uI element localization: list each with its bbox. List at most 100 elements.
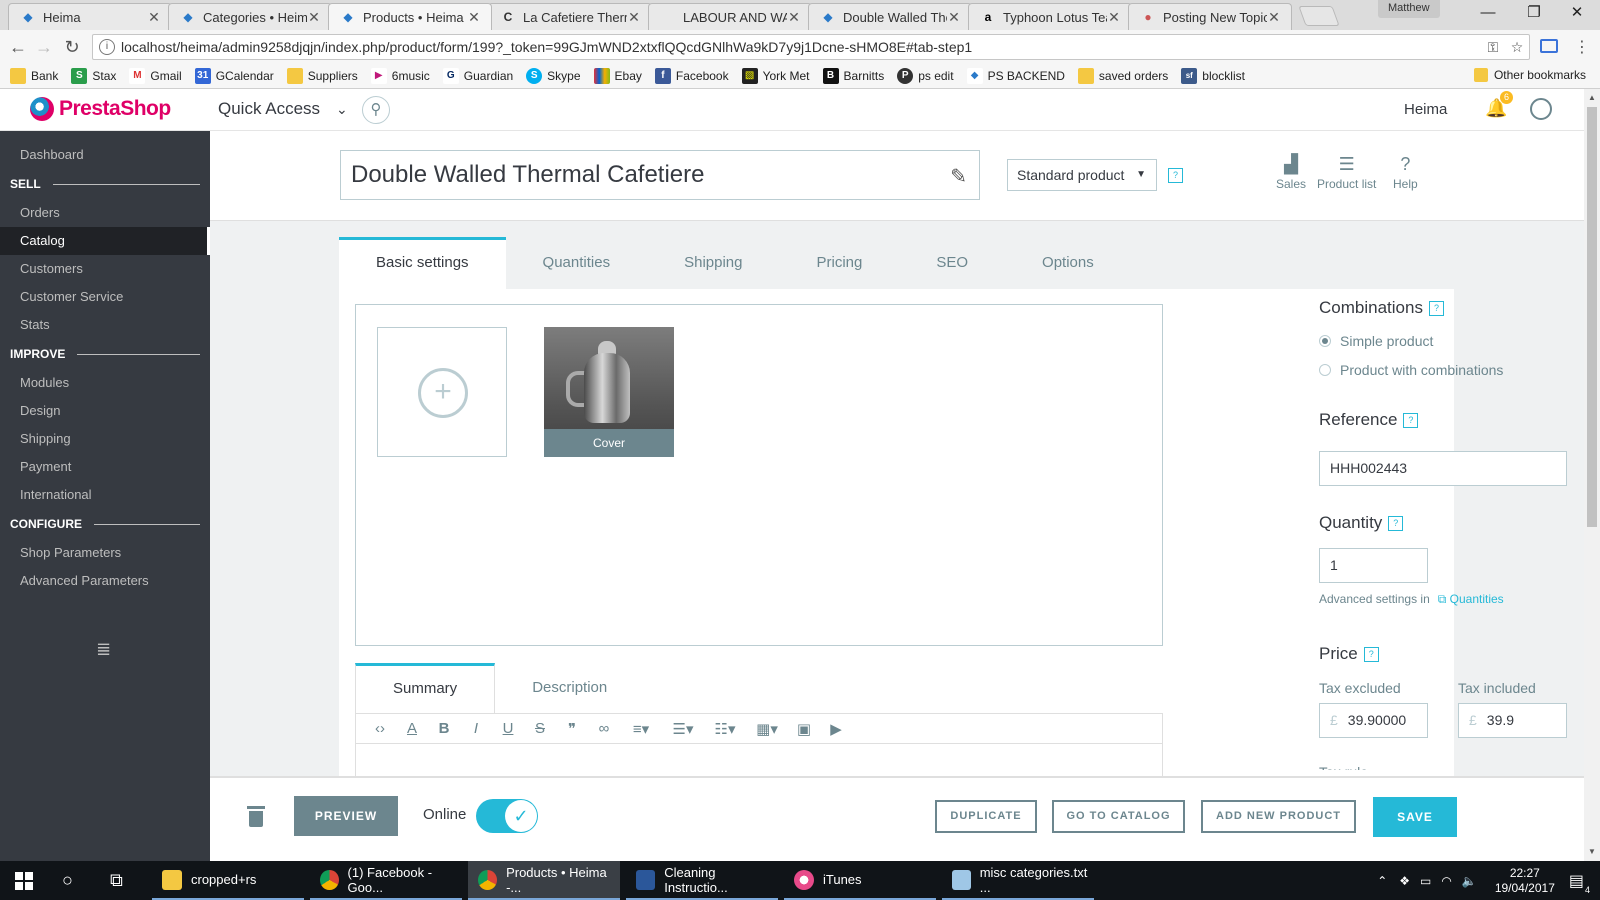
tab-pricing[interactable]: Pricing (779, 237, 899, 289)
tab-seo[interactable]: SEO (899, 237, 1005, 289)
taskbar-item-itunes[interactable]: iTunes (784, 861, 936, 900)
tab-basic-settings[interactable]: Basic settings (339, 237, 506, 289)
sidebar-item-modules[interactable]: Modules (0, 369, 210, 397)
sidebar-item-dashboard[interactable]: Dashboard (0, 141, 210, 169)
bookmark-item[interactable]: sf blocklist (1181, 68, 1245, 84)
dropbox-icon[interactable]: ❖ (1399, 874, 1410, 888)
browser-tab[interactable]: C La Cafetiere Thermo✕ (488, 3, 652, 30)
trash-icon[interactable] (247, 806, 265, 828)
scroll-up-icon[interactable]: ▲ (1588, 93, 1596, 102)
forward-icon[interactable]: → (32, 35, 56, 59)
quantity-input[interactable]: 1 (1319, 548, 1428, 583)
sidebar-item-payment[interactable]: Payment (0, 453, 210, 481)
clock[interactable]: 22:27 19/04/2017 (1495, 866, 1555, 896)
sidebar-item-orders[interactable]: Orders (0, 199, 210, 227)
link-icon[interactable]: ∞ (588, 720, 620, 737)
scroll-down-icon[interactable]: ▼ (1588, 847, 1596, 856)
minimize-icon[interactable]: — (1465, 0, 1511, 26)
text-color-icon[interactable]: A (396, 720, 428, 737)
add-image-button[interactable]: + (377, 327, 507, 457)
browser-profile-label[interactable]: Matthew (1378, 0, 1440, 18)
address-bar-url[interactable]: localhost/heima/admin9258djqjn/index.php… (121, 39, 1481, 55)
table-icon[interactable]: ▦▾ (746, 720, 788, 738)
radio-product-with-combinations[interactable]: Product with combinations (1319, 362, 1503, 378)
image-icon[interactable]: ▣ (788, 720, 820, 738)
go-to-catalog-button[interactable]: GO TO CATALOG (1052, 800, 1185, 833)
wifi-icon[interactable]: ◠ (1441, 874, 1451, 888)
sidebar-item-catalog[interactable]: Catalog (0, 227, 210, 255)
bullet-list-icon[interactable]: ☰▾ (662, 720, 704, 738)
tab-description[interactable]: Description (495, 663, 644, 713)
product-list-button[interactable]: ☰ Product list (1317, 151, 1376, 191)
blockquote-icon[interactable]: ❞ (556, 720, 588, 738)
bookmark-item[interactable]: G Guardian (442, 68, 513, 84)
quick-access-dropdown[interactable]: Quick Access ⌄ (218, 99, 348, 119)
other-bookmarks[interactable]: Other bookmarks (1473, 68, 1586, 82)
bookmark-item[interactable]: S Skype (526, 68, 581, 84)
sidebar-item-advanced-parameters[interactable]: Advanced Parameters (0, 567, 210, 595)
browser-tab-active[interactable]: ◆ Products • Heima ✕ (328, 3, 492, 30)
address-bar[interactable]: i localhost/heima/admin9258djqjn/index.p… (92, 34, 1530, 60)
browser-tab[interactable]: LABOUR AND WAIT✕ (648, 3, 812, 30)
browser-tab[interactable]: ◆ Categories • Heima ✕ (168, 3, 332, 30)
taskbar-item-chrome-facebook[interactable]: (1) Facebook - Goo... (310, 861, 462, 900)
bookmark-item[interactable]: ◆ PS BACKEND (966, 68, 1065, 84)
action-center-icon[interactable]: ▤ 4 (1569, 871, 1590, 895)
bookmark-item[interactable]: Suppliers (286, 68, 358, 84)
sidebar-item-shop-parameters[interactable]: Shop Parameters (0, 539, 210, 567)
media-icon[interactable]: ▶ (820, 720, 852, 738)
bookmark-item[interactable]: B Barnitts (822, 68, 884, 84)
sidebar-item-design[interactable]: Design (0, 397, 210, 425)
numbered-list-icon[interactable]: ☷▾ (704, 720, 746, 738)
page-scrollbar[interactable]: ▲ ▼ (1584, 89, 1600, 861)
sidebar-item-international[interactable]: International (0, 481, 210, 509)
bold-icon[interactable]: B (428, 720, 460, 737)
browser-tab[interactable]: ● Posting New Topic ✕ (1128, 3, 1292, 30)
menu-kebab-icon[interactable]: ⋮ (1574, 37, 1590, 57)
tray-chevron-up-icon[interactable]: ⌃ (1377, 874, 1387, 888)
browser-tab[interactable]: ◆ Double Walled Ther ✕ (808, 3, 972, 30)
new-tab-button[interactable] (1298, 6, 1340, 26)
sidebar-item-shipping[interactable]: Shipping (0, 425, 210, 453)
help-icon[interactable]: ? (1428, 300, 1444, 316)
cortana-search-icon[interactable]: ○ (62, 870, 73, 891)
product-image-thumbnail[interactable]: Cover (544, 327, 674, 457)
taskbar-item-word[interactable]: Cleaning Instructio... (626, 861, 778, 900)
task-view-icon[interactable]: ⧉ (110, 870, 123, 891)
close-tab-icon[interactable]: ✕ (787, 9, 801, 26)
reference-input[interactable]: HHH002443 (1319, 451, 1567, 486)
close-tab-icon[interactable]: ✕ (1267, 9, 1281, 26)
sidebar-item-customers[interactable]: Customers (0, 255, 210, 283)
info-icon[interactable]: i (99, 39, 115, 55)
italic-icon[interactable]: I (460, 720, 492, 737)
close-tab-icon[interactable]: ✕ (1107, 9, 1121, 26)
underline-icon[interactable]: U (492, 720, 524, 737)
search-icon[interactable]: ⚲ (362, 96, 390, 124)
help-icon[interactable]: ? (1363, 646, 1379, 662)
close-tab-icon[interactable]: ✕ (307, 9, 321, 26)
price-tax-included-input[interactable]: £39.9 (1458, 703, 1567, 738)
shop-name-link[interactable]: Heima (1404, 101, 1447, 118)
help-icon[interactable]: ? (1403, 412, 1419, 428)
sales-button[interactable]: ▟ Sales (1276, 151, 1306, 191)
quantities-link[interactable]: ⧉ Quantities (1438, 592, 1504, 606)
sidebar-item-stats[interactable]: Stats (0, 311, 210, 339)
employee-avatar-icon[interactable] (1530, 98, 1552, 120)
help-button[interactable]: ? Help (1393, 151, 1418, 191)
close-tab-icon[interactable]: ✕ (147, 9, 161, 26)
sidebar-item-customer-service[interactable]: Customer Service (0, 283, 210, 311)
tab-shipping[interactable]: Shipping (647, 237, 779, 289)
bookmark-item[interactable]: ▧ York Met (741, 68, 810, 84)
key-icon[interactable]: ⚿ (1481, 39, 1505, 56)
close-tab-icon[interactable]: ✕ (627, 9, 641, 26)
tab-options[interactable]: Options (1005, 237, 1131, 289)
duplicate-button[interactable]: DUPLICATE (935, 800, 1037, 833)
bookmark-item[interactable]: Ebay (593, 68, 642, 84)
summary-editor[interactable]: ‹› A B I U S ❞ ∞ ≡▾ ☰▾ ☷▾ ▦▾ ▣ ▶ (355, 713, 1163, 779)
taskbar-item-chrome-products[interactable]: Products • Heima -... (468, 861, 620, 900)
browser-tab[interactable]: a Typhoon Lotus Tea ✕ (968, 3, 1132, 30)
help-icon[interactable]: ? (1168, 168, 1183, 183)
bookmark-item[interactable]: ▶ 6music (370, 68, 430, 84)
cast-icon[interactable] (1540, 39, 1558, 53)
taskbar-item-folder[interactable]: cropped+rs (152, 861, 304, 900)
